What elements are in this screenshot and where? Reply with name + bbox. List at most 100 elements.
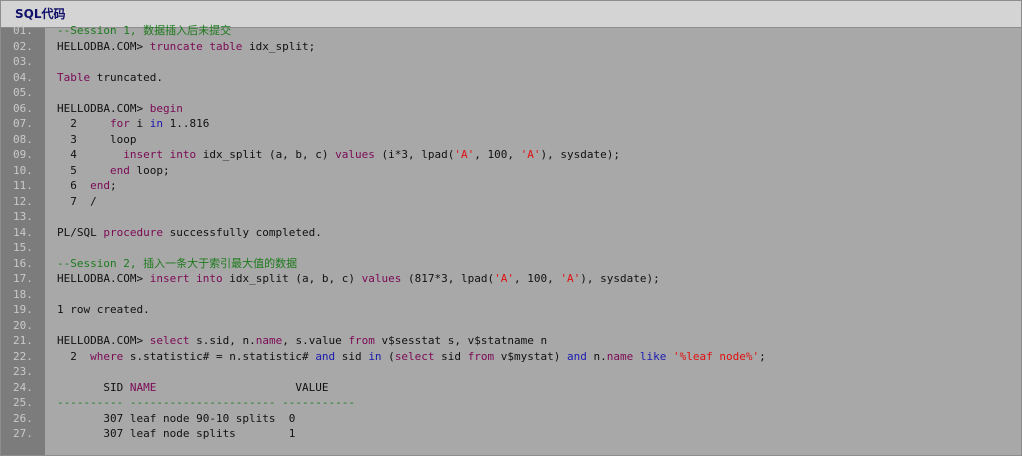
- code-text: ---------- ---------------------- ------…: [57, 395, 355, 411]
- code-line: 09. 4 insert into idx_split (a, b, c) va…: [1, 147, 1021, 163]
- code-token: 'A': [520, 148, 541, 161]
- line-number: 25.: [13, 396, 33, 409]
- code-token: NAME: [129, 380, 157, 394]
- code-token: from: [467, 349, 495, 363]
- line-number: 20.: [13, 318, 33, 332]
- code-token: , s.value: [282, 334, 349, 347]
- code-token: Table: [57, 70, 91, 84]
- code-token: from: [348, 334, 375, 347]
- code-line: 12. 7 /: [1, 194, 1021, 210]
- code-text: --Session 2, 插入一条大于索引最大值的数据: [57, 256, 297, 272]
- code-token: 7 /: [57, 194, 97, 208]
- code-token: s.statistic# = n.statistic#: [123, 349, 316, 363]
- code-text: HELLODBA.COM> select s.sid, n.name, s.va…: [57, 333, 547, 349]
- code-token: '%leaf node%': [673, 349, 760, 363]
- line-number: 09.: [13, 148, 33, 161]
- code-line: 23.: [1, 364, 1021, 380]
- line-number: 17.: [13, 272, 33, 285]
- code-line: 08. 3 loop: [1, 132, 1021, 148]
- code-token: v$mystat): [494, 349, 568, 363]
- line-number: 02.: [13, 39, 33, 53]
- code-token: and: [567, 349, 587, 363]
- code-token: for: [109, 117, 130, 130]
- code-token: name: [606, 349, 634, 363]
- code-token: where: [90, 349, 124, 363]
- code-text: 1 row created.: [57, 302, 150, 318]
- line-number: 21.: [13, 334, 33, 347]
- code-line: 06. HELLODBA.COM> begin: [1, 101, 1021, 117]
- code-token: v$sesstat s, v$statname n: [374, 334, 548, 347]
- code-token: idx_split;: [242, 39, 316, 53]
- code-line: 21. HELLODBA.COM> select s.sid, n.name, s…: [1, 333, 1021, 349]
- code-token: values: [335, 148, 375, 161]
- code-text: 7 /: [57, 194, 97, 210]
- code-token: name: [255, 334, 283, 347]
- code-line: 26. 307 leaf node 90-10 splits 0: [1, 411, 1021, 427]
- code-token: truncate table: [149, 39, 243, 53]
- code-token: 1..816: [162, 117, 210, 130]
- code-token: , 100,: [474, 148, 521, 161]
- code-token: , 100,: [514, 272, 561, 285]
- code-token: 'A': [454, 148, 475, 161]
- code-line: 22. 2 where s.statistic# = n.statistic# …: [1, 349, 1021, 365]
- code-line: 14. PL/SQL procedure successfully complet…: [1, 225, 1021, 241]
- line-number: 10.: [13, 163, 33, 177]
- code-text: 3 loop: [57, 132, 136, 148]
- code-token: (i*3, lpad(: [374, 148, 455, 161]
- code-token: sid: [335, 349, 369, 363]
- code-token: truncated.: [90, 70, 163, 84]
- code-text: Table truncated.: [57, 70, 163, 86]
- line-number: 08.: [13, 132, 33, 146]
- code-text: 6 end;: [57, 178, 116, 194]
- code-line: 20.: [1, 318, 1021, 334]
- code-token: 2: [57, 117, 110, 130]
- code-token: 307 leaf node 90-10 splits 0: [57, 411, 296, 425]
- code-token: procedure: [103, 225, 163, 239]
- line-number: 16.: [13, 256, 33, 270]
- line-number: 22.: [13, 349, 33, 363]
- code-token: end: [109, 163, 130, 177]
- code-token: HELLODBA.COM>: [57, 101, 150, 115]
- code-token: ), sysdate);: [540, 148, 620, 161]
- code-token: select: [394, 349, 435, 363]
- code-block: SQL代码 01. --Session 1, 数据插入后未提交 02. HELLODB…: [0, 0, 1022, 456]
- line-number: 07.: [13, 117, 33, 130]
- line-number: 11.: [13, 179, 33, 192]
- line-number: 27.: [13, 427, 33, 440]
- code-token: 307 leaf node splits 1: [57, 427, 296, 440]
- code-token: HELLODBA.COM>: [57, 334, 150, 347]
- code-token: 'A': [494, 272, 514, 285]
- code-token: 6: [57, 179, 91, 192]
- code-line: 01. --Session 1, 数据插入后未提交: [1, 23, 1021, 39]
- code-token: VALUE: [156, 380, 329, 394]
- code-token: loop;: [129, 163, 170, 177]
- code-token: ---------- ---------------------- ------…: [57, 396, 356, 409]
- code-token: like: [639, 349, 667, 363]
- code-line: 10. 5 end loop;: [1, 163, 1021, 179]
- code-text: PL/SQL procedure successfully completed.: [57, 225, 322, 241]
- code-token: 'A': [560, 272, 581, 285]
- code-token: (817*3, lpad(: [401, 272, 495, 285]
- code-token: (: [381, 349, 395, 363]
- code-token: 1 row created.: [57, 303, 150, 316]
- code-line: 17. HELLODBA.COM> insert into idx_split (…: [1, 271, 1021, 287]
- line-number: 14.: [13, 225, 33, 239]
- line-number: 13.: [13, 210, 33, 223]
- code-token: 3 loop: [57, 132, 137, 146]
- code-token: idx_split (a, b, c): [222, 272, 362, 285]
- code-token: 2: [57, 349, 91, 363]
- code-token: values: [361, 272, 402, 285]
- code-line: 05.: [1, 85, 1021, 101]
- code-token: i: [129, 117, 150, 130]
- code-token: HELLODBA.COM>: [57, 272, 150, 285]
- code-token: PL/SQL: [57, 225, 104, 239]
- line-number: 23.: [13, 365, 33, 378]
- line-number: 18.: [13, 287, 33, 301]
- code-token: begin: [149, 101, 183, 115]
- line-number: 15.: [13, 241, 33, 254]
- code-token: sid: [434, 349, 468, 363]
- code-text: 307 leaf node 90-10 splits 0: [57, 411, 295, 427]
- code-token: --Session 1, 数据插入后未提交: [57, 24, 232, 37]
- line-number: 03.: [13, 55, 33, 68]
